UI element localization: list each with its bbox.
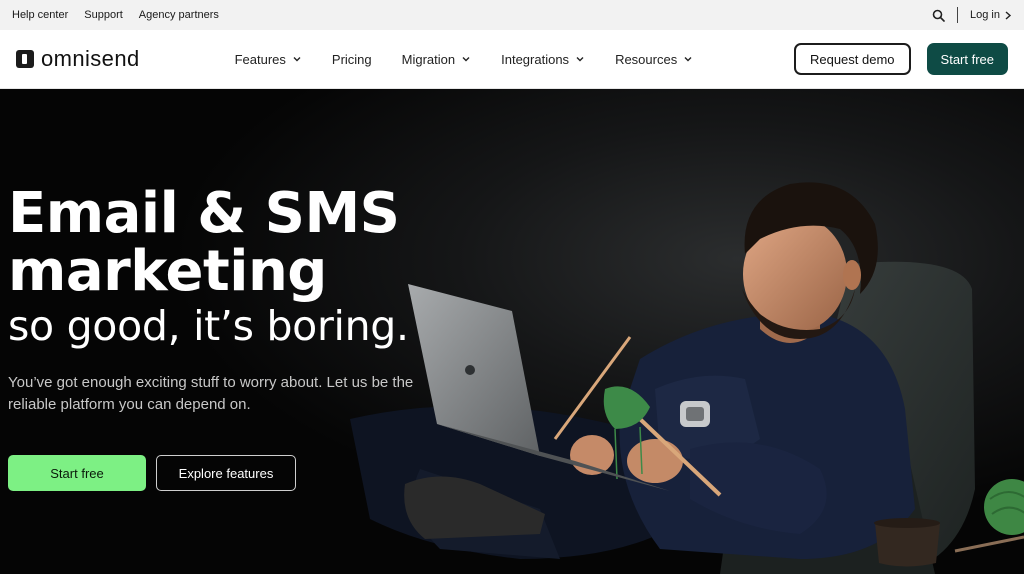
- headline-line-2: marketing: [8, 239, 327, 304]
- login-label: Log in: [970, 9, 1000, 21]
- nav-item-label: Migration: [401, 51, 456, 67]
- nav-item-integrations[interactable]: Integrations: [501, 52, 585, 67]
- headline-line-1: Email & SMS: [8, 181, 400, 246]
- chevron-down-icon: [293, 57, 301, 62]
- start-free-nav-button[interactable]: Start free: [926, 43, 1008, 75]
- chevron-down-icon: [462, 57, 470, 62]
- nav-item-label: Pricing: [331, 51, 372, 67]
- support-link[interactable]: Support: [84, 9, 123, 21]
- search-icon[interactable]: [932, 9, 945, 22]
- nav-actions: Request demo Start free: [793, 43, 1008, 75]
- utility-links: Help center Support Agency partners: [12, 9, 219, 21]
- hero-subheadline: so good, it’s boring.: [8, 302, 409, 350]
- nav-item-label: Integrations: [501, 51, 570, 67]
- nav-item-migration[interactable]: Migration: [402, 52, 471, 67]
- main-nav: omnisend Features Pricing Migration Inte…: [0, 30, 1024, 89]
- logo[interactable]: omnisend: [16, 46, 140, 72]
- utility-bar: Help center Support Agency partners Log …: [0, 0, 1024, 30]
- start-free-hero-button[interactable]: Start free: [8, 455, 146, 491]
- nav-item-label: Features: [234, 51, 286, 67]
- nav-item-resources[interactable]: Resources: [615, 52, 693, 67]
- login-link[interactable]: Log in: [970, 9, 1012, 21]
- chevron-right-icon: [1005, 10, 1012, 20]
- nav-item-features[interactable]: Features: [235, 52, 302, 67]
- hero-section: Email & SMS marketing so good, it’s bori…: [0, 89, 1024, 574]
- agency-partners-link[interactable]: Agency partners: [139, 9, 219, 21]
- chevron-down-icon: [576, 57, 584, 62]
- chevron-down-icon: [684, 57, 692, 62]
- hero-description: You’ve got enough exciting stuff to worr…: [8, 374, 414, 413]
- help-center-link[interactable]: Help center: [12, 9, 68, 21]
- nav-item-label: Resources: [615, 51, 678, 67]
- request-demo-button[interactable]: Request demo: [793, 43, 911, 75]
- utility-right: Log in: [932, 7, 1012, 23]
- nav-items: Features Pricing Migration Integrations …: [235, 52, 694, 67]
- hero-headline: Email & SMS marketing: [8, 185, 468, 301]
- logo-text: omnisend: [41, 46, 140, 71]
- omnisend-logo-icon: [16, 50, 34, 68]
- utility-divider: [957, 7, 959, 23]
- explore-features-button[interactable]: Explore features: [156, 455, 296, 491]
- nav-item-pricing[interactable]: Pricing: [332, 52, 372, 67]
